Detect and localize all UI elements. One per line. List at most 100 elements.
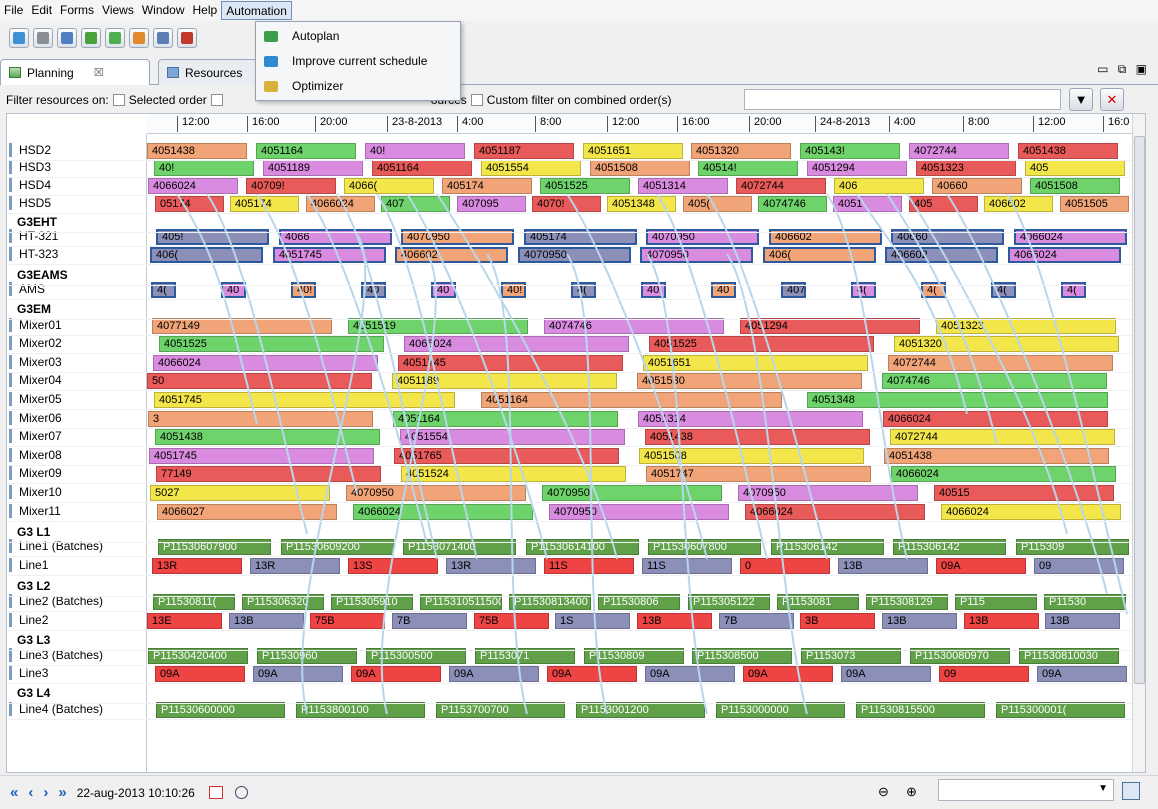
order-bar[interactable]: 4070950 <box>549 504 729 520</box>
order-bar[interactable]: P115300001( <box>996 702 1125 718</box>
order-bar[interactable]: 13R <box>446 558 536 574</box>
order-bar[interactable]: 75B <box>310 613 385 629</box>
scrollbar-thumb[interactable] <box>1134 136 1145 684</box>
order-bar[interactable]: 7B <box>719 613 794 629</box>
order-bar[interactable]: 40709! <box>246 178 336 194</box>
filter-checkbox-2[interactable] <box>210 93 223 106</box>
order-bar[interactable]: 13E <box>147 613 222 629</box>
order-bar[interactable]: 09A <box>841 666 931 682</box>
order-bar[interactable]: 4051747 <box>646 466 871 482</box>
order-bar[interactable]: 09A <box>449 666 539 682</box>
menu-automation[interactable]: Automation <box>221 1 292 20</box>
last-page-icon[interactable]: » <box>58 784 66 801</box>
clock-icon[interactable] <box>234 786 248 799</box>
order-bar[interactable]: 4074746 <box>882 373 1107 389</box>
custom-filter-checkbox[interactable] <box>470 93 483 106</box>
order-bar[interactable]: 406( <box>150 247 263 263</box>
order-bar[interactable]: 4051505 <box>1060 196 1129 212</box>
download-green-button[interactable] <box>81 28 101 48</box>
order-bar[interactable]: 4066024 <box>745 504 925 520</box>
order-bar[interactable]: 4051765 <box>394 448 619 464</box>
order-bar[interactable]: 4072744 <box>888 355 1113 371</box>
order-bar[interactable]: 0 <box>740 558 830 574</box>
order-bar[interactable]: 4051164 <box>393 411 618 427</box>
order-bar[interactable]: 09A <box>351 666 441 682</box>
order-bar[interactable]: 40514! <box>698 160 798 176</box>
custom-filter-input[interactable] <box>744 89 1061 110</box>
order-bar[interactable]: 09A <box>1037 666 1127 682</box>
fit-button[interactable] <box>1122 782 1140 800</box>
order-bar[interactable]: 405( <box>683 196 752 212</box>
order-bar[interactable]: 4051525 <box>649 336 874 352</box>
order-bar[interactable]: 40515 <box>934 485 1114 501</box>
menu-item-improve-schedule[interactable]: Improve current schedule <box>256 49 460 74</box>
order-bar[interactable]: P11530815500 <box>856 702 985 718</box>
delete-button[interactable] <box>177 28 197 48</box>
order-bar[interactable]: 09 <box>1034 558 1124 574</box>
order-bar[interactable]: 11S <box>642 558 732 574</box>
order-bar[interactable]: 4051438 <box>645 429 870 445</box>
order-bar[interactable]: 4066024 <box>404 336 629 352</box>
order-bar[interactable]: 406602 <box>395 247 508 263</box>
order-bar[interactable]: 4066024 <box>306 196 375 212</box>
order-bar[interactable]: 4051438 <box>1018 143 1118 159</box>
order-bar[interactable]: 4066( <box>344 178 434 194</box>
order-bar[interactable]: 4051294 <box>807 160 907 176</box>
order-bar[interactable]: 13B <box>637 613 712 629</box>
calendar-icon[interactable] <box>208 786 223 799</box>
menu-help[interactable]: Help <box>189 1 222 20</box>
order-bar[interactable]: 4051745 <box>154 392 455 408</box>
first-page-icon[interactable]: « <box>10 784 18 801</box>
order-bar[interactable]: 405174 <box>230 196 299 212</box>
order-bar[interactable]: 405143! <box>800 143 900 159</box>
order-bar[interactable]: 4051 <box>833 196 902 212</box>
zoom-out-icon[interactable]: ⊖ <box>878 784 889 800</box>
order-bar[interactable]: 4051745 <box>149 448 374 464</box>
order-bar[interactable]: 13S <box>348 558 438 574</box>
order-bar[interactable]: 09A <box>645 666 735 682</box>
order-bar[interactable]: 4051438 <box>147 143 247 159</box>
order-bar[interactable]: 1S <box>555 613 630 629</box>
order-bar[interactable]: 13B <box>964 613 1039 629</box>
menu-item-autoplan[interactable]: Autoplan <box>256 24 460 49</box>
order-bar[interactable]: 4051314 <box>638 411 863 427</box>
menu-item-optimizer[interactable]: Optimizer <box>256 74 460 99</box>
refresh-button[interactable] <box>9 28 29 48</box>
order-bar[interactable]: 4051294 <box>740 318 920 334</box>
order-bar[interactable]: 4066027 <box>157 504 337 520</box>
order-bar[interactable]: 4051554 <box>400 429 625 445</box>
clear-filter-button[interactable]: ✕ <box>1100 88 1124 111</box>
minimize-maximize-icons[interactable]: ▭ ⧉ ▣ <box>1097 62 1150 77</box>
order-bar[interactable]: 4070! <box>532 196 601 212</box>
order-bar[interactable]: 4051189 <box>263 160 363 176</box>
order-bar[interactable]: 13R <box>250 558 340 574</box>
order-bar[interactable]: 4051508 <box>590 160 690 176</box>
order-bar[interactable]: 4070950 <box>518 247 631 263</box>
order-bar[interactable]: 7B <box>392 613 467 629</box>
order-bar[interactable]: 405 <box>909 196 978 212</box>
order-bar[interactable]: 13R <box>152 558 242 574</box>
order-bar[interactable]: 4051745 <box>273 247 386 263</box>
grid-button[interactable] <box>57 28 77 48</box>
order-bar[interactable]: 406602 <box>984 196 1053 212</box>
order-bar[interactable]: 4051524 <box>401 466 626 482</box>
order-bar[interactable]: 4051187 <box>474 143 574 159</box>
order-bar[interactable]: 50 <box>147 373 372 389</box>
order-bar[interactable]: 4051189 <box>392 373 617 389</box>
order-bar[interactable]: 4070950 <box>542 485 722 501</box>
order-bar[interactable]: 4066024 <box>353 504 533 520</box>
order-bar[interactable]: 4051164 <box>256 143 356 159</box>
order-bar[interactable]: 4051508 <box>639 448 864 464</box>
order-bar[interactable]: 4051519 <box>348 318 528 334</box>
order-bar[interactable]: 4070950 <box>346 485 526 501</box>
order-bar[interactable]: 09 <box>939 666 1029 682</box>
download-green2-button[interactable] <box>105 28 125 48</box>
order-bar[interactable]: 4072744 <box>736 178 826 194</box>
export-button[interactable] <box>153 28 173 48</box>
order-bar[interactable]: 4051348 <box>807 392 1108 408</box>
order-bar[interactable]: 3B <box>800 613 875 629</box>
order-bar[interactable]: 4051530 <box>637 373 862 389</box>
order-bar[interactable]: 3 <box>148 411 373 427</box>
order-bar[interactable]: 4051323 <box>916 160 1016 176</box>
order-bar[interactable]: 4051320 <box>894 336 1119 352</box>
